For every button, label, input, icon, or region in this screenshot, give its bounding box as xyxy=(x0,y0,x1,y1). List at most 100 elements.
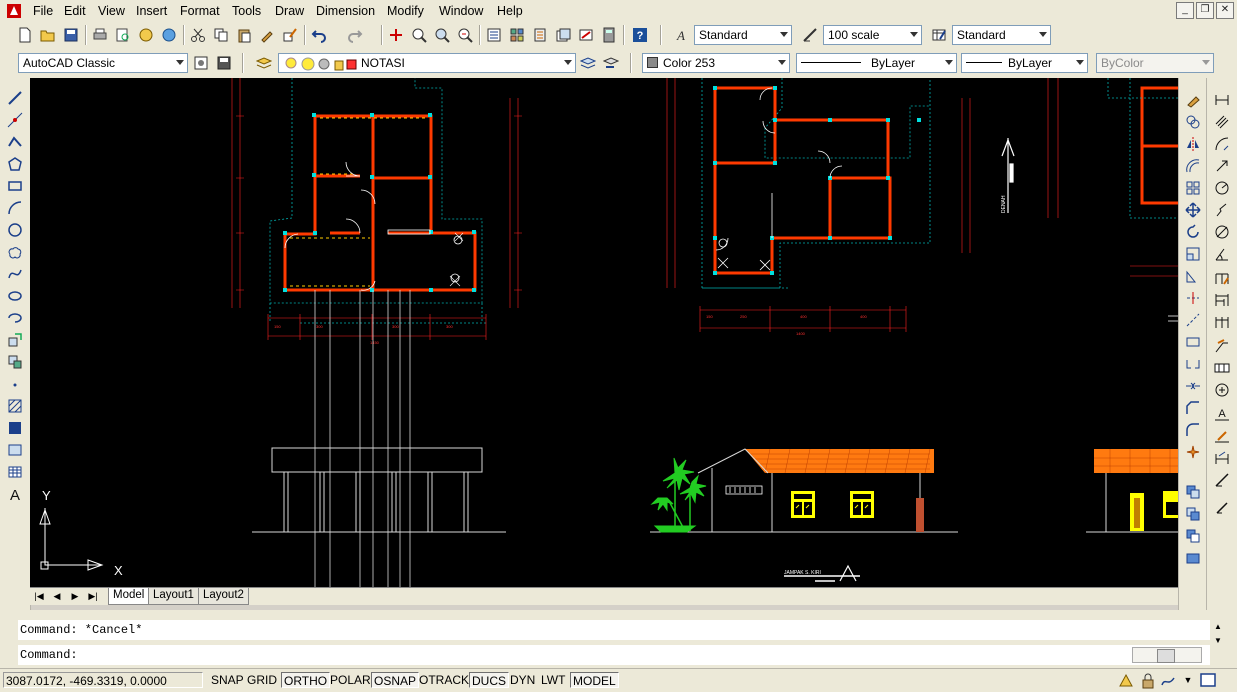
copy-icon[interactable] xyxy=(211,25,231,45)
gradient-icon[interactable] xyxy=(4,418,26,438)
copy-object-icon[interactable] xyxy=(1182,112,1204,132)
angular-dim-icon[interactable] xyxy=(1211,244,1233,264)
bring-above-icon[interactable] xyxy=(1182,548,1204,568)
line-icon[interactable] xyxy=(4,88,26,108)
aligned-dim-icon[interactable] xyxy=(1211,112,1233,132)
explode-icon[interactable] xyxy=(1182,442,1204,462)
multiline-text-icon[interactable]: A xyxy=(4,484,26,504)
linetype-select[interactable]: ByLayer xyxy=(796,53,957,73)
menu-tools[interactable]: Tools xyxy=(232,4,261,18)
offset-icon[interactable] xyxy=(1182,156,1204,176)
prev-tab-button[interactable]: ◀ xyxy=(50,589,64,603)
extend-icon[interactable] xyxy=(1182,310,1204,330)
radius-dim-icon[interactable] xyxy=(1211,178,1233,198)
dim-more-icon[interactable] xyxy=(1211,498,1233,518)
properties-icon[interactable] xyxy=(484,25,504,45)
command-hscroll[interactable] xyxy=(1132,647,1202,663)
autocad-app-icon[interactable] xyxy=(6,3,22,19)
zoom-realtime-icon[interactable] xyxy=(409,25,429,45)
dimension-style-select[interactable]: 100 scale xyxy=(823,25,922,45)
block-editor-icon[interactable] xyxy=(280,25,300,45)
command-scroll-up[interactable]: ▲ xyxy=(1212,622,1224,634)
otrack-toggle[interactable]: OTRACK xyxy=(417,672,471,688)
center-mark-icon[interactable] xyxy=(1211,380,1233,400)
trim-icon[interactable] xyxy=(1182,288,1204,308)
send-to-back-icon[interactable] xyxy=(1182,526,1204,546)
layer-select[interactable]: NOTASI xyxy=(278,53,576,73)
redo-icon[interactable] xyxy=(345,25,365,45)
workspace-settings-icon[interactable] xyxy=(191,53,211,73)
point-icon[interactable] xyxy=(4,374,26,394)
save-workspace-icon[interactable] xyxy=(214,53,234,73)
layer-properties-manager-icon[interactable] xyxy=(254,53,274,73)
dimension-edit-icon[interactable]: A xyxy=(1211,404,1233,424)
plot-preview-icon[interactable] xyxy=(113,25,133,45)
table-style-select[interactable]: Standard xyxy=(952,25,1051,45)
tab-layout1[interactable]: Layout1 xyxy=(148,588,199,605)
model-toggle[interactable]: MODEL xyxy=(570,672,619,688)
region-icon[interactable] xyxy=(4,440,26,460)
menu-modify[interactable]: Modify xyxy=(387,4,424,18)
rectangle-icon[interactable] xyxy=(4,176,26,196)
scale-icon[interactable] xyxy=(1182,244,1204,264)
table-style-icon[interactable] xyxy=(929,25,949,45)
erase-icon[interactable] xyxy=(1182,90,1204,110)
next-tab-button[interactable]: ▶ xyxy=(68,589,82,603)
grid-toggle[interactable]: GRID xyxy=(245,672,279,688)
new-icon[interactable] xyxy=(15,25,35,45)
spline-icon[interactable] xyxy=(4,264,26,284)
communication-center-icon[interactable] xyxy=(1118,673,1134,689)
quickcalc-icon[interactable] xyxy=(599,25,619,45)
zoom-window-icon[interactable] xyxy=(432,25,452,45)
quick-dim-icon[interactable] xyxy=(1211,268,1233,288)
cut-icon[interactable] xyxy=(188,25,208,45)
draworder-icon[interactable] xyxy=(1182,482,1204,502)
match-properties-icon[interactable] xyxy=(257,25,277,45)
mirror-icon[interactable] xyxy=(1182,134,1204,154)
workspace-select[interactable]: AutoCAD Classic xyxy=(18,53,188,73)
dimension-update-icon[interactable] xyxy=(1211,448,1233,468)
text-style-select[interactable]: Standard xyxy=(694,25,792,45)
quick-leader-icon[interactable] xyxy=(1211,336,1233,356)
menu-draw[interactable]: Draw xyxy=(275,4,304,18)
command-input[interactable]: Command: xyxy=(18,645,1210,665)
tool-palettes-icon[interactable] xyxy=(530,25,550,45)
polar-toggle[interactable]: POLAR xyxy=(328,672,373,688)
minimize-button[interactable]: _ xyxy=(1176,2,1194,19)
pan-realtime-icon[interactable] xyxy=(386,25,406,45)
lineweight-select[interactable]: ByLayer xyxy=(961,53,1088,73)
jogged-dim-icon[interactable] xyxy=(1211,200,1233,220)
open-icon[interactable] xyxy=(38,25,58,45)
make-block-icon[interactable] xyxy=(4,352,26,372)
paste-icon[interactable] xyxy=(234,25,254,45)
rotate-icon[interactable] xyxy=(1182,222,1204,242)
chamfer-icon[interactable] xyxy=(1182,398,1204,418)
polyline-icon[interactable] xyxy=(4,132,26,152)
publish-icon[interactable] xyxy=(136,25,156,45)
dyn-toggle[interactable]: DYN xyxy=(508,672,537,688)
tab-model[interactable]: Model xyxy=(108,588,150,605)
command-scroll-down[interactable]: ▼ xyxy=(1212,636,1224,648)
dimension-text-edit-icon[interactable] xyxy=(1211,426,1233,446)
lwt-toggle[interactable]: LWT xyxy=(539,672,567,688)
sheet-set-manager-icon[interactable] xyxy=(553,25,573,45)
undo-icon[interactable] xyxy=(309,25,329,45)
ducs-toggle[interactable]: DUCS xyxy=(469,672,510,688)
snap-toggle[interactable]: SNAP xyxy=(209,672,246,688)
close-button[interactable]: ✕ xyxy=(1216,2,1234,19)
make-layer-current-icon[interactable] xyxy=(578,53,598,73)
tolerance-icon[interactable] xyxy=(1211,358,1233,378)
help-icon[interactable]: ? xyxy=(630,25,650,45)
join-icon[interactable] xyxy=(1182,376,1204,396)
osnap-toggle[interactable]: OSNAP xyxy=(371,672,420,688)
dimension-style-manager-icon[interactable] xyxy=(1211,470,1233,490)
menu-edit[interactable]: Edit xyxy=(64,4,86,18)
break-icon[interactable] xyxy=(1182,354,1204,374)
dimension-style-icon[interactable] xyxy=(800,25,820,45)
tab-layout2[interactable]: Layout2 xyxy=(198,588,249,605)
baseline-dim-icon[interactable] xyxy=(1211,290,1233,310)
clean-screen-icon[interactable] xyxy=(1200,672,1216,688)
revision-cloud-icon[interactable] xyxy=(4,242,26,262)
hatch-icon[interactable] xyxy=(4,396,26,416)
break-at-point-icon[interactable] xyxy=(1182,332,1204,352)
